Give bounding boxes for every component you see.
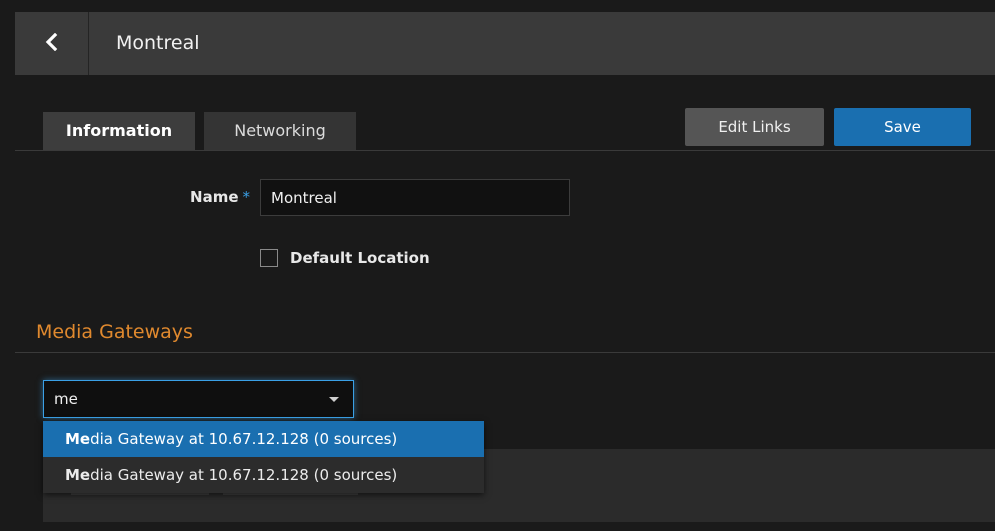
required-marker: * [242,188,251,206]
media-gateway-search-input[interactable]: me [43,380,354,418]
option-match: Me [65,430,91,448]
name-label-text: Name [190,188,239,206]
option-label: dia Gateway at 10.67.12.128 (0 sources) [90,430,398,448]
dropdown-option[interactable]: Media Gateway at 10.67.12.128 (0 sources… [43,457,484,493]
default-location-label[interactable]: Default Location [290,249,430,267]
dropdown-option[interactable]: Media Gateway at 10.67.12.128 (0 sources… [43,421,484,457]
chevron-left-icon [45,32,59,55]
default-location-checkbox[interactable] [260,249,278,267]
media-gateway-dropdown: Media Gateway at 10.67.12.128 (0 sources… [43,421,484,493]
name-field[interactable] [260,179,570,216]
tabs-divider [15,150,995,151]
chevron-down-icon[interactable] [329,397,339,402]
page-title: Montreal [116,32,200,54]
search-value: me [54,390,78,408]
option-match: Me [65,466,91,484]
page-header: Montreal [15,12,995,75]
back-button[interactable] [15,12,89,75]
option-label: dia Gateway at 10.67.12.128 (0 sources) [90,466,398,484]
tab-information[interactable]: Information [43,112,195,150]
tab-networking[interactable]: Networking [204,112,356,150]
name-label: Name * [160,188,250,206]
edit-links-button[interactable]: Edit Links [685,108,824,146]
save-button[interactable]: Save [834,108,971,146]
section-divider [15,352,995,353]
media-gateways-title: Media Gateways [36,321,193,343]
